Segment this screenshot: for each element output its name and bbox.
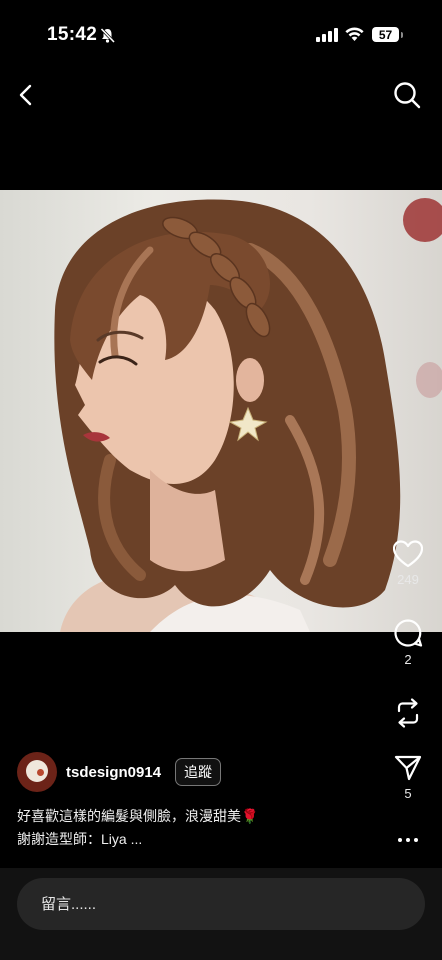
portrait-illustration bbox=[54, 198, 442, 632]
share-button[interactable]: 5 bbox=[388, 754, 428, 801]
avatar-accent bbox=[37, 769, 44, 776]
username[interactable]: tsdesign0914 bbox=[66, 764, 161, 781]
heart-icon bbox=[393, 540, 423, 568]
post-image[interactable] bbox=[0, 190, 442, 632]
follow-button[interactable]: 追蹤 bbox=[175, 758, 222, 786]
battery-icon: 57 bbox=[372, 27, 399, 42]
more-button[interactable] bbox=[388, 830, 428, 850]
caption-line-2: 謝謝造型師：Liya ... bbox=[17, 831, 143, 847]
comment-icon bbox=[394, 619, 423, 647]
repost-icon bbox=[397, 698, 419, 728]
bell-slash-icon bbox=[100, 27, 116, 44]
like-count: 249 bbox=[397, 572, 419, 587]
battery-cap bbox=[401, 32, 403, 38]
repost-button[interactable] bbox=[388, 697, 428, 729]
comment-button[interactable]: 2 bbox=[388, 618, 428, 667]
like-button[interactable]: 249 bbox=[388, 540, 428, 587]
post-author: tsdesign0914 追蹤 bbox=[17, 752, 222, 792]
comment-count: 2 bbox=[404, 652, 412, 667]
avatar[interactable] bbox=[17, 752, 57, 792]
status-time: 15:42 bbox=[47, 24, 98, 45]
status-bar: 15:42 57 bbox=[0, 0, 442, 70]
comment-input[interactable] bbox=[17, 878, 425, 930]
signal-icon bbox=[316, 28, 338, 42]
search-icon[interactable] bbox=[392, 80, 422, 110]
chevron-left-icon[interactable] bbox=[14, 82, 40, 108]
wifi-icon bbox=[345, 27, 364, 41]
share-count: 5 bbox=[404, 786, 412, 801]
more-icon bbox=[398, 838, 418, 842]
send-icon bbox=[394, 755, 422, 781]
post-caption[interactable]: 好喜歡這樣的編髮與側臉，浪漫甜美🌹 謝謝造型師：Liya ... bbox=[17, 805, 258, 851]
caption-line-1: 好喜歡這樣的編髮與側臉，浪漫甜美🌹 bbox=[17, 808, 259, 824]
battery-level: 57 bbox=[378, 27, 393, 42]
